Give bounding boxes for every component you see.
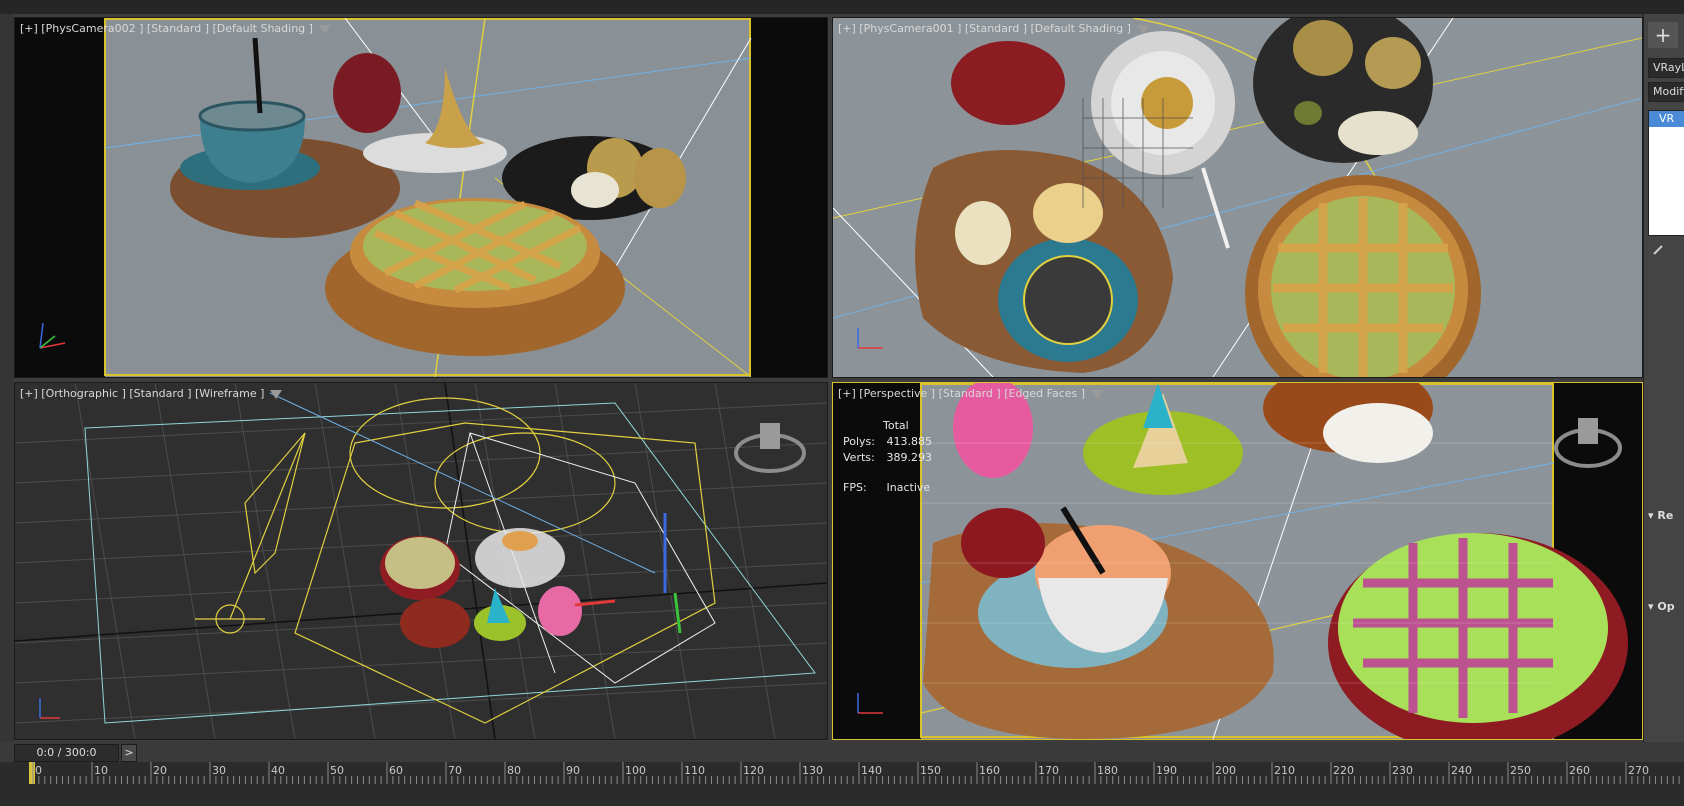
modifier-stack[interactable]: VR: [1648, 110, 1684, 236]
viewport-label[interactable]: [+] [PhysCamera002 ] [Standard ] [Defaul…: [20, 22, 331, 35]
viewport-orthographic[interactable]: [+] [Orthographic ] [Standard ] [Wirefra…: [14, 382, 828, 740]
viewport-label[interactable]: [+] [Perspective ] [Standard ] [Edged Fa…: [838, 387, 1104, 400]
polys-label: Polys:: [843, 435, 875, 448]
viewport-physcamera001[interactable]: [+] [PhysCamera001 ] [Standard ] [Defaul…: [832, 17, 1643, 378]
stats-header: Total: [883, 419, 909, 432]
modifier-list-dropdown[interactable]: Modifi: [1648, 82, 1684, 102]
pin-stack-icon[interactable]: [1652, 244, 1664, 256]
viewport-label[interactable]: [+] [Orthographic ] [Standard ] [Wirefra…: [20, 387, 283, 400]
plus-icon: +: [1654, 23, 1672, 47]
axis-gizmo: [39, 698, 60, 719]
axis-gizmo: [39, 322, 66, 349]
fps-value: Inactive: [886, 481, 931, 494]
left-toolbar-strip: [0, 14, 14, 742]
object-name-field[interactable]: VRayL: [1648, 58, 1684, 78]
camera-view-render: [39, 18, 752, 377]
filter-icon[interactable]: [270, 389, 283, 399]
timeline-track[interactable]: 0 10 20 30 40 50 60 70 80 90 100 110 120 130 140 150 160…: [0, 762, 1684, 806]
rollout-options-header[interactable]: ▾ Op: [1648, 600, 1684, 618]
perspective-view: [857, 383, 1628, 739]
command-panel: + VRayL Modifi VR ▾ Re ▾ Op: [1643, 14, 1684, 742]
polys-value: 413.885: [886, 435, 933, 448]
viewport-physcamera002[interactable]: [+] [PhysCamera002 ] [Standard ] [Defaul…: [14, 17, 828, 378]
top-toolbar-strip: [0, 0, 1684, 14]
axis-gizmo: [857, 693, 883, 714]
camera-view-render: [833, 18, 1642, 377]
rollout-rendering-header[interactable]: ▾ Re: [1648, 509, 1684, 527]
create-tab-button[interactable]: +: [1648, 22, 1678, 48]
next-frame-button[interactable]: >: [121, 744, 137, 762]
filter-icon[interactable]: [1091, 389, 1104, 399]
wireframe-view: [15, 383, 827, 739]
verts-label: Verts:: [843, 451, 875, 464]
frame-display[interactable]: 0:0 / 300:0: [14, 744, 119, 762]
statistics-overlay: Total Polys: 413.885 Verts: 389.293 FPS:…: [843, 418, 932, 496]
time-slider-bar: 0:0 / 300:0 >: [0, 742, 1684, 762]
fps-label: FPS:: [843, 481, 867, 494]
viewport-perspective[interactable]: [+] [Perspective ] [Standard ] [Edged Fa…: [832, 382, 1643, 740]
viewport-label[interactable]: [+] [PhysCamera001 ] [Standard ] [Defaul…: [838, 22, 1149, 35]
modifier-stack-item[interactable]: VR: [1649, 111, 1684, 127]
filter-icon[interactable]: [1136, 24, 1149, 34]
viewcube[interactable]: [1554, 418, 1622, 468]
filter-icon[interactable]: [318, 24, 331, 34]
verts-value: 389.293: [886, 451, 933, 464]
